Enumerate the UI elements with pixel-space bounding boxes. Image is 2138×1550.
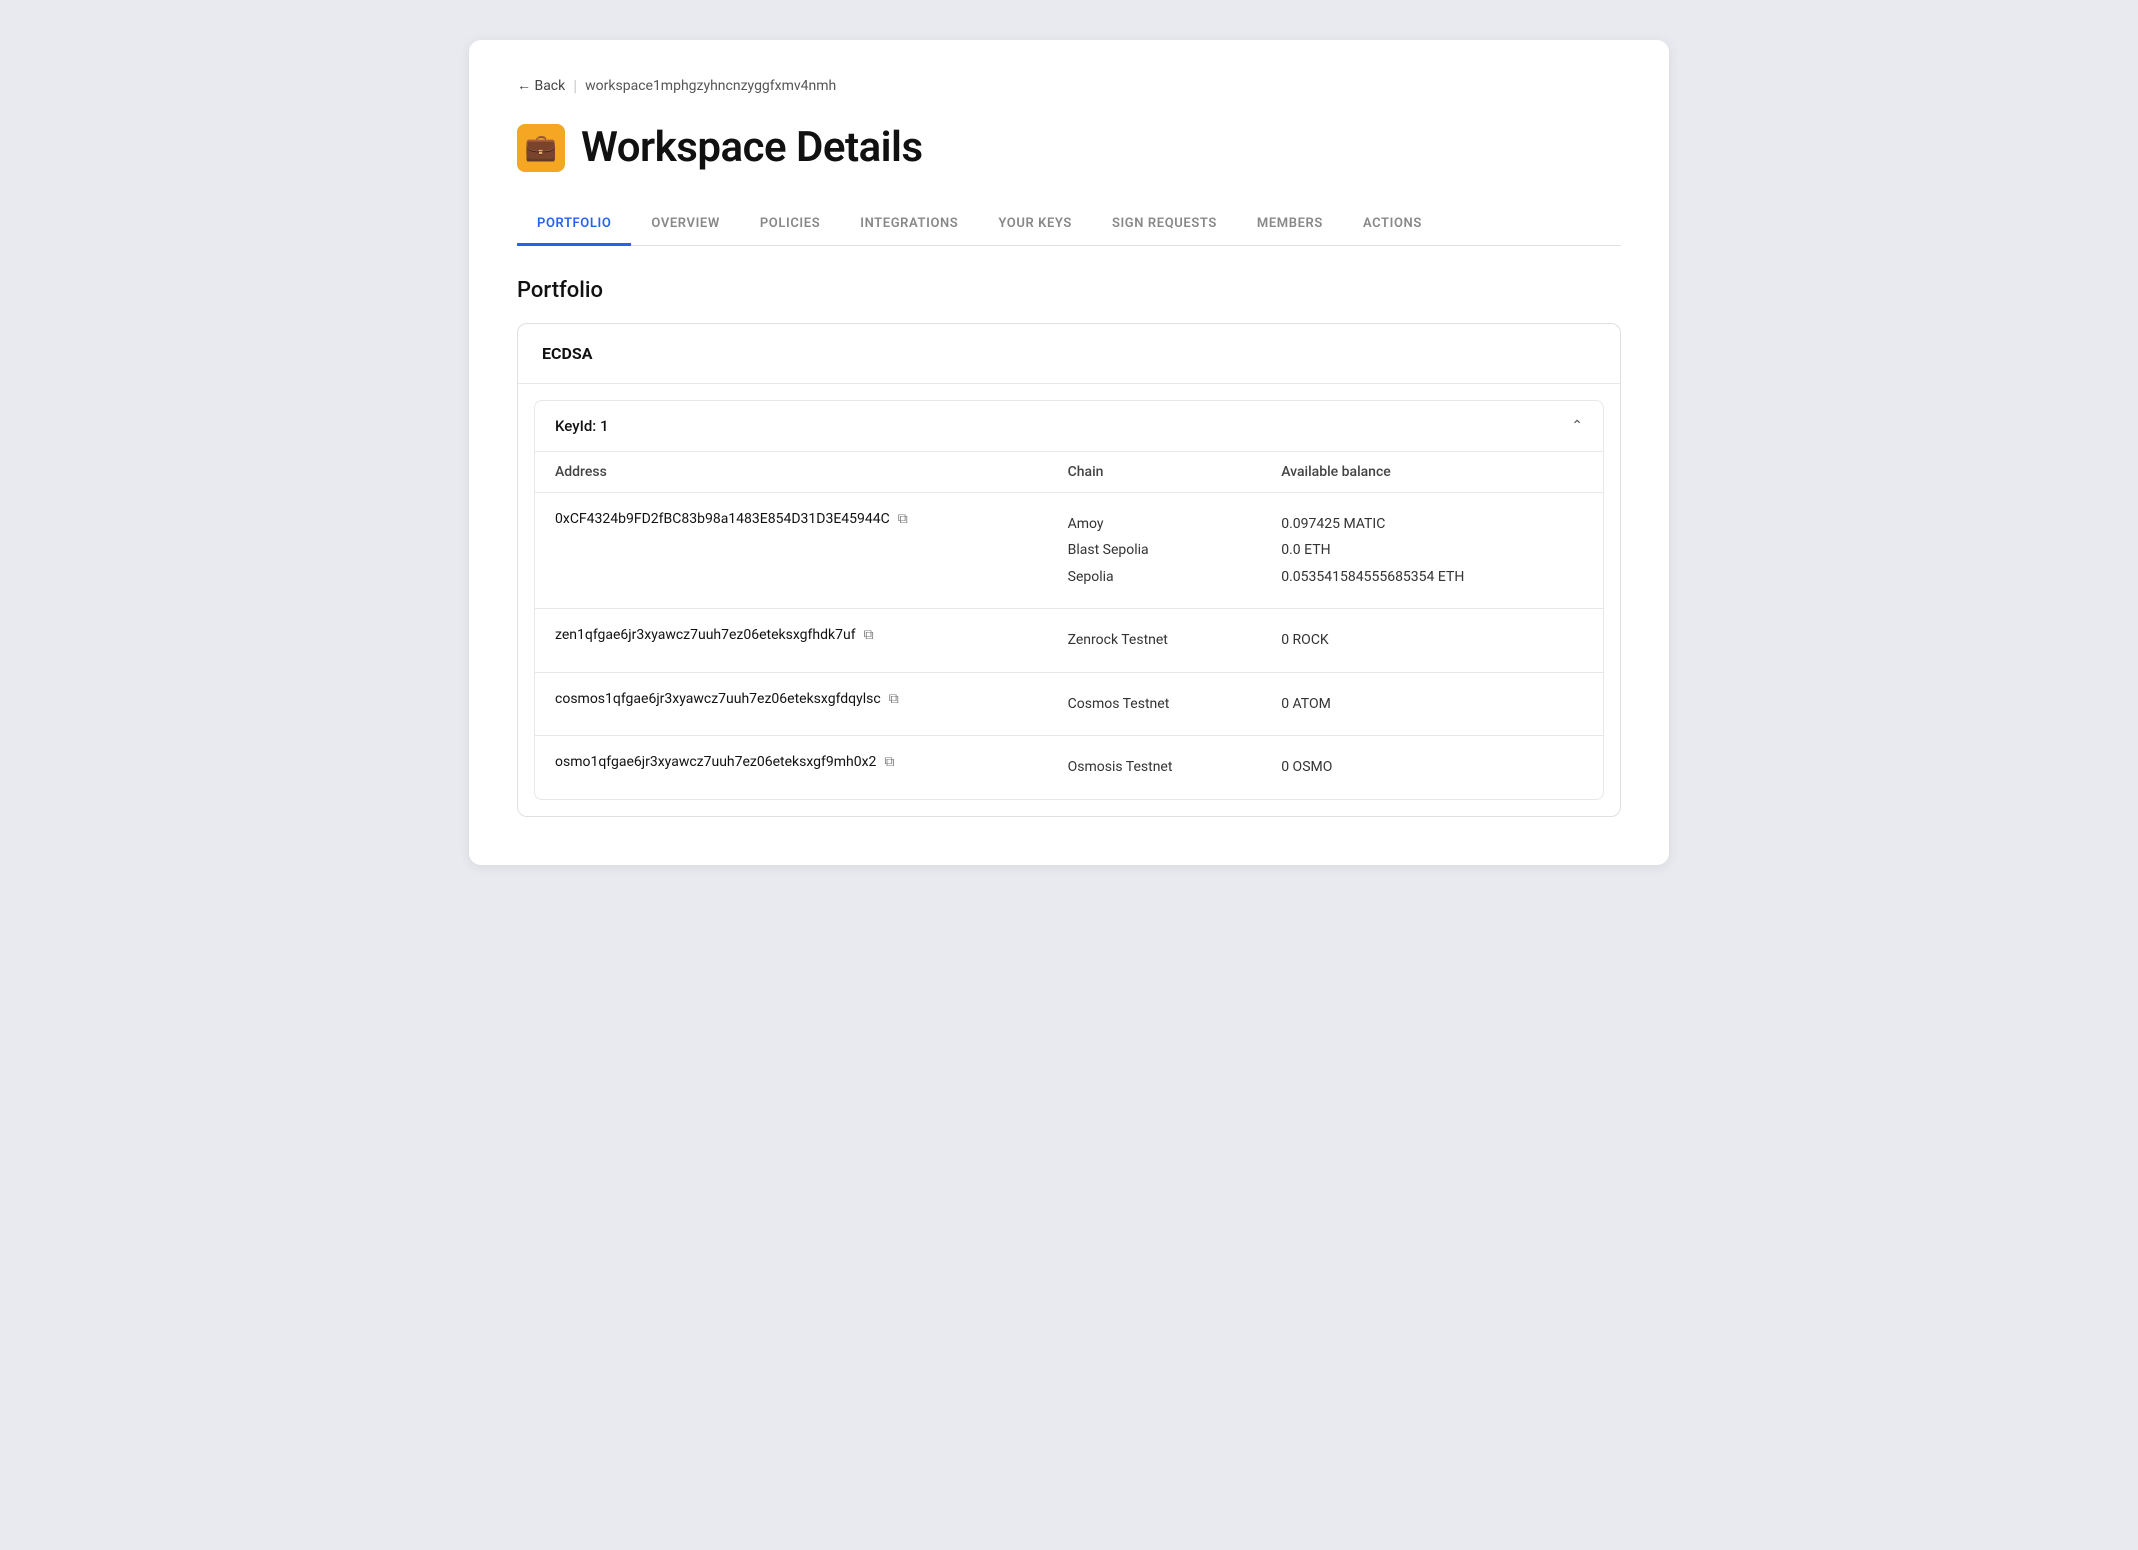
balance-value: 0 OSMO [1281,754,1583,781]
address-text: osmo1qfgae6jr3xyawcz7uuh7ez06eteksxgf9mh… [555,754,876,770]
address-cell: 0xCF4324b9FD2fBC83b98a1483E854D31D3E4594… [535,492,1048,609]
key-header[interactable]: KeyId: 1 ⌃ [535,401,1603,451]
col-header-chain: Chain [1048,451,1262,492]
page-header: 💼 Workspace Details [517,123,1621,172]
col-header-address: Address [535,451,1048,492]
tab-integrations[interactable]: INTEGRATIONS [840,204,978,246]
chevron-up-icon: ⌃ [1571,418,1583,434]
copy-icon[interactable]: ⧉ [898,511,908,527]
balance-cell: 0 ATOM [1261,672,1603,736]
balance-cell: 0 OSMO [1261,736,1603,799]
chain-name: Blast Sepolia [1068,537,1242,564]
back-button[interactable]: ← Back [517,77,565,94]
address-cell: zen1qfgae6jr3xyawcz7uuh7ez06eteksxgfhdk7… [535,609,1048,673]
address-text: cosmos1qfgae6jr3xyawcz7uuh7ez06eteksxgfd… [555,691,881,707]
chain-cell: Osmosis Testnet [1048,736,1262,799]
portfolio-card-title: ECDSA [518,324,1620,384]
breadcrumb-path: workspace1mphgzyhncnzyggfxmv4nmh [585,78,836,94]
page-title: Workspace Details [581,123,923,172]
tab-members[interactable]: MEMBERS [1237,204,1343,246]
table-row: osmo1qfgae6jr3xyawcz7uuh7ez06eteksxgf9mh… [535,736,1603,799]
chain-name: Zenrock Testnet [1068,627,1242,654]
copy-icon[interactable]: ⧉ [889,691,899,707]
workspace-icon: 💼 [517,124,565,172]
chain-name: Cosmos Testnet [1068,691,1242,718]
copy-icon[interactable]: ⧉ [884,754,894,770]
key-section: KeyId: 1 ⌃ Address Chain Available balan… [534,400,1604,801]
breadcrumb-separator: | [573,76,577,95]
balance-value: 0.053541584555685354 ETH [1281,564,1583,591]
chain-name: Amoy [1068,511,1242,538]
address-table: Address Chain Available balance 0xCF4324… [535,451,1603,800]
copy-icon[interactable]: ⧉ [864,627,874,643]
tab-actions[interactable]: ACTIONS [1343,204,1442,246]
main-card: ← Back | workspace1mphgzyhncnzyggfxmv4nm… [469,40,1669,865]
address-text: zen1qfgae6jr3xyawcz7uuh7ez06eteksxgfhdk7… [555,627,856,643]
tab-policies[interactable]: POLICIES [740,204,840,246]
key-label: KeyId: 1 [555,417,608,435]
col-header-balance: Available balance [1261,451,1603,492]
tab-your-keys[interactable]: YOUR KEYS [978,204,1092,246]
breadcrumb: ← Back | workspace1mphgzyhncnzyggfxmv4nm… [517,76,1621,95]
address-text: 0xCF4324b9FD2fBC83b98a1483E854D31D3E4594… [555,511,890,527]
balance-cell: 0 ROCK [1261,609,1603,673]
tab-portfolio[interactable]: PORTFOLIO [517,204,631,246]
tab-sign-requests[interactable]: SIGN REQUESTS [1092,204,1237,246]
chain-name: Osmosis Testnet [1068,754,1242,781]
balance-value: 0.0 ETH [1281,537,1583,564]
balance-value: 0 ATOM [1281,691,1583,718]
chain-name: Sepolia [1068,564,1242,591]
table-row: 0xCF4324b9FD2fBC83b98a1483E854D31D3E4594… [535,492,1603,609]
balance-value: 0 ROCK [1281,627,1583,654]
chain-cell: Zenrock Testnet [1048,609,1262,673]
balance-value: 0.097425 MATIC [1281,511,1583,538]
table-row: zen1qfgae6jr3xyawcz7uuh7ez06eteksxgfhdk7… [535,609,1603,673]
table-row: cosmos1qfgae6jr3xyawcz7uuh7ez06eteksxgfd… [535,672,1603,736]
tab-nav: PORTFOLIO OVERVIEW POLICIES INTEGRATIONS… [517,204,1621,246]
chain-cell: AmoyBlast SepoliaSepolia [1048,492,1262,609]
address-cell: cosmos1qfgae6jr3xyawcz7uuh7ez06eteksxgfd… [535,672,1048,736]
chain-cell: Cosmos Testnet [1048,672,1262,736]
tab-overview[interactable]: OVERVIEW [631,204,739,246]
address-cell: osmo1qfgae6jr3xyawcz7uuh7ez06eteksxgf9mh… [535,736,1048,799]
section-title: Portfolio [517,278,1621,303]
portfolio-card: ECDSA KeyId: 1 ⌃ Address Chain Available… [517,323,1621,818]
balance-cell: 0.097425 MATIC0.0 ETH0.05354158455568535… [1261,492,1603,609]
